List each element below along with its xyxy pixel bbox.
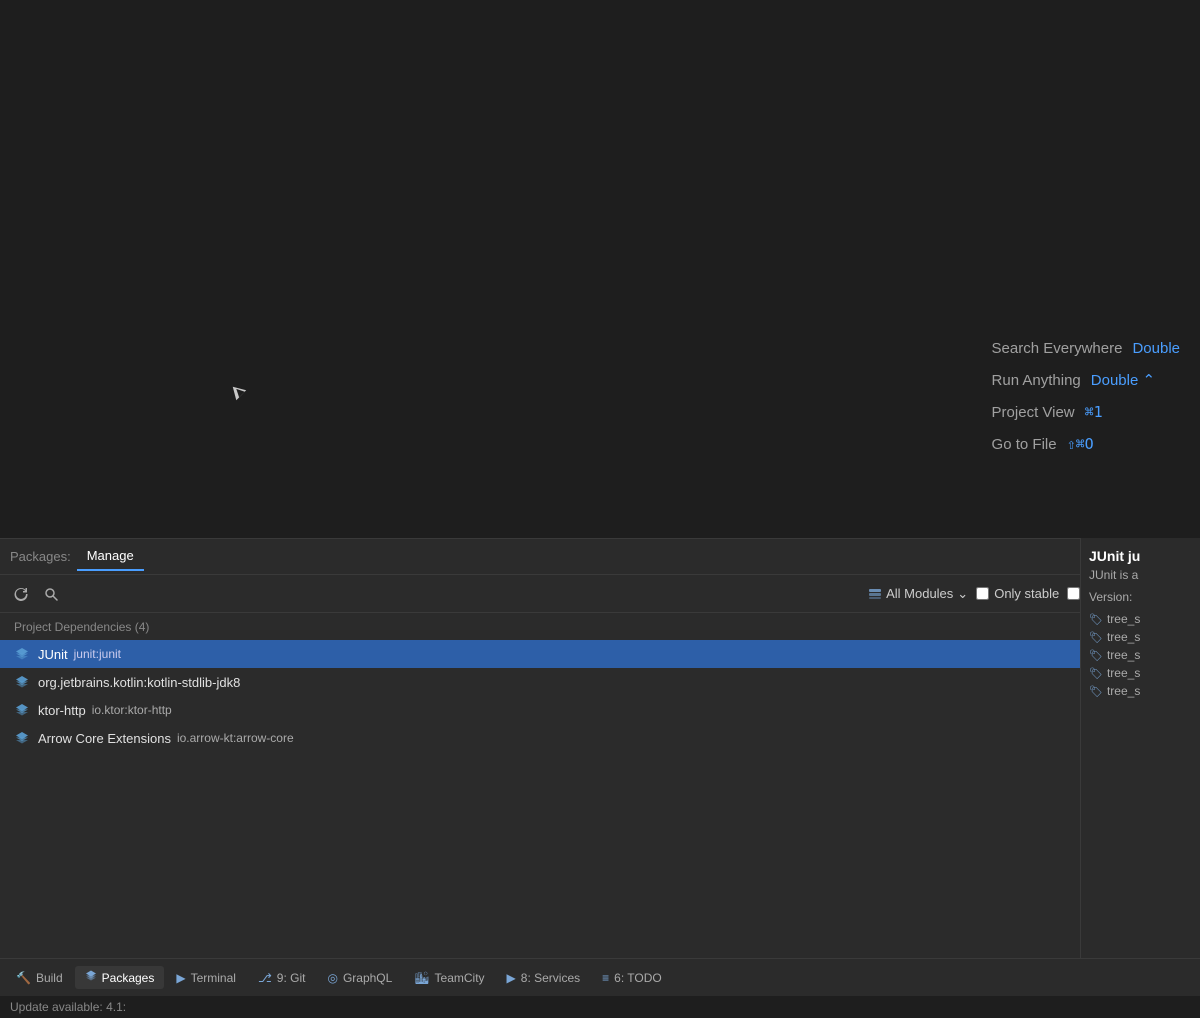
only-stable-label: Only stable bbox=[994, 586, 1059, 601]
tab-terminal-label: Terminal bbox=[191, 971, 236, 985]
go-to-file-key: ⇧⌘O bbox=[1067, 435, 1094, 453]
modules-label: All Modules bbox=[886, 586, 953, 601]
search-everywhere-shortcut: Search Everywhere Double bbox=[992, 340, 1180, 357]
build-icon: 🔨 bbox=[16, 971, 31, 985]
right-panel-version-label: Version: bbox=[1089, 590, 1192, 604]
tab-git[interactable]: ⎇ 9: Git bbox=[248, 967, 316, 989]
tree-icon: 🏷 bbox=[1089, 613, 1103, 626]
graphql-icon: ◎ bbox=[327, 971, 337, 985]
packages-label: Packages: bbox=[10, 549, 71, 564]
project-view-key: ⌘1 bbox=[1085, 403, 1103, 421]
right-panel-subtitle: JUnit is a bbox=[1089, 568, 1192, 582]
tab-todo-label: 6: TODO bbox=[614, 971, 662, 985]
table-row[interactable]: ktor-http io.ktor:ktor-http 1.3.1 bbox=[0, 696, 1200, 724]
packages-panel: Packages: Manage All Modules ⌄ bbox=[0, 538, 1200, 958]
table-row[interactable]: org.jetbrains.kotlin:kotlin-stdlib-jdk8 … bbox=[0, 668, 1200, 696]
terminal-icon: ▶ bbox=[176, 971, 185, 985]
list-item: 🏷 tree_s bbox=[1089, 612, 1192, 626]
tree-item-label: tree_s bbox=[1107, 648, 1140, 662]
project-view-label: Project View bbox=[992, 404, 1075, 421]
only-stable-checkbox[interactable] bbox=[976, 587, 989, 600]
packages-icon bbox=[85, 970, 97, 985]
todo-icon: ≡ bbox=[602, 971, 609, 985]
tab-build-label: Build bbox=[36, 971, 63, 985]
git-icon: ⎇ bbox=[258, 971, 272, 985]
list-item: 🏷 tree_s bbox=[1089, 666, 1192, 680]
go-to-file-label: Go to File bbox=[992, 436, 1057, 453]
dep-name: JUnit bbox=[38, 647, 68, 662]
statusbar-bottom: Update available: 4.1: bbox=[0, 996, 1200, 1018]
dependencies-list: Project Dependencies (4) Update All (4) … bbox=[0, 613, 1200, 958]
dep-artifact: io.ktor:ktor-http bbox=[92, 703, 172, 717]
services-icon: ▶ bbox=[507, 971, 516, 985]
run-anything-key: Double ⌃ bbox=[1091, 371, 1155, 389]
dep-layers-icon bbox=[14, 674, 30, 690]
packages-toolbar: All Modules ⌄ Only stable Only multiplat… bbox=[0, 575, 1200, 613]
right-detail-panel: JUnit ju JUnit is a Version: 🏷 tree_s 🏷 … bbox=[1080, 538, 1200, 958]
tab-terminal[interactable]: ▶ Terminal bbox=[166, 967, 246, 989]
go-to-file-shortcut: Go to File ⇧⌘O bbox=[992, 435, 1180, 453]
tab-build[interactable]: 🔨 Build bbox=[6, 967, 73, 989]
dep-artifact: junit:junit bbox=[74, 647, 121, 661]
cursor-icon bbox=[228, 382, 246, 400]
editor-area: Search Everywhere Double Run Anything Do… bbox=[0, 0, 1200, 535]
status-text: Update available: 4.1: bbox=[10, 1000, 126, 1014]
table-row[interactable]: Arrow Core Extensions io.arrow-kt:arrow-… bbox=[0, 724, 1200, 752]
tab-packages[interactable]: Packages bbox=[75, 966, 165, 989]
tab-graphql-label: GraphQL bbox=[343, 971, 392, 985]
dep-name: Arrow Core Extensions bbox=[38, 731, 171, 746]
tree-item-label: tree_s bbox=[1107, 666, 1140, 680]
tree-icon: 🏷 bbox=[1089, 667, 1103, 680]
tree-icon: 🏷 bbox=[1089, 649, 1103, 662]
search-input[interactable] bbox=[70, 586, 270, 601]
search-everywhere-key: Double bbox=[1132, 340, 1180, 357]
only-stable-checkbox-group[interactable]: Only stable bbox=[976, 586, 1059, 601]
search-button[interactable] bbox=[40, 585, 62, 603]
dep-name: ktor-http bbox=[38, 703, 86, 718]
tab-graphql[interactable]: ◎ GraphQL bbox=[317, 967, 402, 989]
teamcity-icon: 🏙 bbox=[414, 971, 429, 985]
list-item: 🏷 tree_s bbox=[1089, 630, 1192, 644]
tab-manage[interactable]: Manage bbox=[77, 542, 144, 571]
tree-icon: 🏷 bbox=[1089, 631, 1103, 644]
search-everywhere-label: Search Everywhere bbox=[992, 340, 1123, 357]
only-multiplatform-checkbox[interactable] bbox=[1067, 587, 1080, 600]
statusbar-tabs: 🔨 Build Packages ▶ Terminal ⎇ 9: Git ◎ G… bbox=[0, 959, 1200, 996]
list-item: 🏷 tree_s bbox=[1089, 684, 1192, 698]
modules-chevron: ⌄ bbox=[957, 586, 968, 602]
dep-layers-icon bbox=[14, 730, 30, 746]
list-item: 🏷 tree_s bbox=[1089, 648, 1192, 662]
table-row[interactable]: JUnit junit:junit 4.12 → 4.13 bbox=[0, 640, 1200, 668]
tab-teamcity[interactable]: 🏙 TeamCity bbox=[404, 967, 494, 989]
modules-dropdown[interactable]: All Modules ⌄ bbox=[868, 586, 968, 602]
section-header-label: Project Dependencies (4) bbox=[14, 620, 149, 634]
tab-packages-label: Packages bbox=[102, 971, 155, 985]
project-view-shortcut: Project View ⌘1 bbox=[992, 403, 1180, 421]
shortcuts-panel: Search Everywhere Double Run Anything Do… bbox=[972, 330, 1200, 477]
tree-icon: 🏷 bbox=[1089, 685, 1103, 698]
dep-layers-icon bbox=[14, 702, 30, 718]
right-panel-title: JUnit ju bbox=[1089, 548, 1192, 564]
statusbar: 🔨 Build Packages ▶ Terminal ⎇ 9: Git ◎ G… bbox=[0, 958, 1200, 1018]
tab-services-label: 8: Services bbox=[521, 971, 580, 985]
run-anything-shortcut: Run Anything Double ⌃ bbox=[992, 371, 1180, 389]
tab-services[interactable]: ▶ 8: Services bbox=[497, 967, 591, 989]
dep-layers-icon bbox=[14, 646, 30, 662]
packages-header: Packages: Manage bbox=[0, 539, 1200, 575]
section-header: Project Dependencies (4) Update All (4) bbox=[0, 613, 1200, 640]
dep-name: org.jetbrains.kotlin:kotlin-stdlib-jdk8 bbox=[38, 675, 240, 690]
tab-todo[interactable]: ≡ 6: TODO bbox=[592, 967, 672, 989]
tree-item-label: tree_s bbox=[1107, 684, 1140, 698]
dep-artifact: io.arrow-kt:arrow-core bbox=[177, 731, 294, 745]
modules-icon bbox=[868, 587, 882, 601]
tree-item-label: tree_s bbox=[1107, 612, 1140, 626]
run-anything-label: Run Anything bbox=[992, 372, 1081, 389]
refresh-button[interactable] bbox=[10, 585, 32, 603]
tab-git-label: 9: Git bbox=[277, 971, 306, 985]
tree-item-label: tree_s bbox=[1107, 630, 1140, 644]
tab-teamcity-label: TeamCity bbox=[435, 971, 485, 985]
